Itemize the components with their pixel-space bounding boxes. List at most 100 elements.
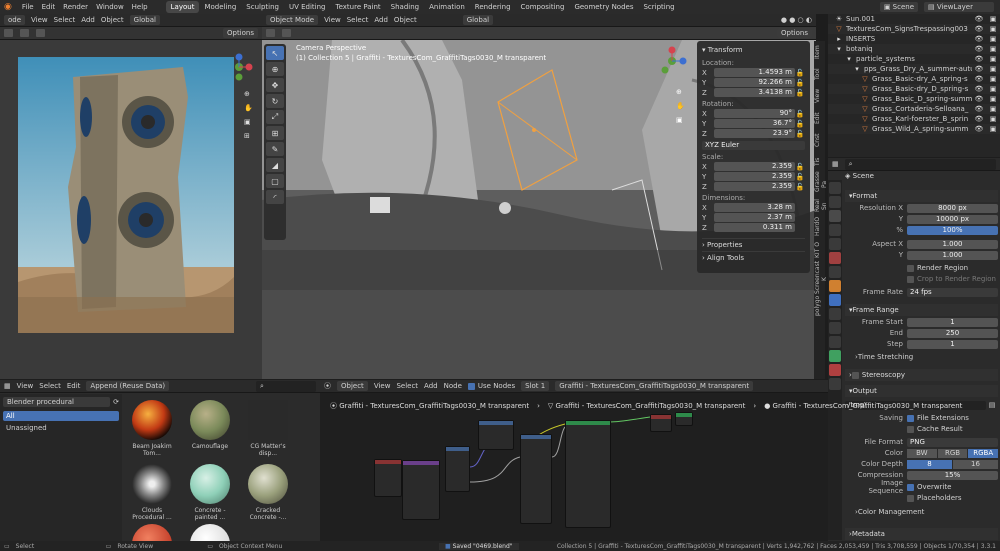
sidebar-tab-polygoniq[interactable]: polygo — [814, 296, 821, 319]
outliner-row[interactable]: ▽ Grass_Basic-dry_A_spring-s 👁 ▣ — [828, 74, 1000, 84]
tab-compositing[interactable]: Compositing — [516, 1, 570, 13]
properties-subpanel[interactable]: › Properties — [702, 238, 805, 251]
sidebar-tab-realsn[interactable]: Real Sn — [814, 195, 828, 217]
outliner-row[interactable]: ▽ TexturesCom_SignsTrespassing003 👁 ▣ — [828, 24, 1000, 34]
output-tab-icon[interactable] — [829, 210, 841, 222]
frame-start-field[interactable]: 1 — [907, 317, 998, 327]
camera-icon[interactable]: ▣ — [986, 125, 1000, 133]
tab-texture-paint[interactable]: Texture Paint — [331, 1, 386, 13]
scene-tab-icon[interactable] — [829, 238, 841, 250]
sidebar-tab-view[interactable]: View — [814, 85, 821, 107]
dimensions-x-field[interactable]: X 3.28 m — [702, 203, 805, 212]
visibility-icon[interactable]: 👁 — [972, 85, 986, 93]
sidebar-tab-item[interactable]: Item — [814, 41, 821, 63]
color-management-subpanel[interactable]: › Color Management — [845, 507, 998, 517]
object-tab-icon[interactable] — [829, 280, 841, 292]
asset-menu-view[interactable]: View — [17, 382, 34, 390]
camera-icon[interactable]: ▣ — [986, 35, 1000, 43]
node-box[interactable] — [478, 420, 514, 450]
node-canvas[interactable] — [320, 412, 828, 541]
select-extend-icon[interactable] — [282, 29, 291, 37]
outliner-row[interactable]: ▾ botaniq 👁 ▣ — [828, 44, 1000, 54]
rotation-x-field[interactable]: X 90° 🔓 — [702, 109, 805, 118]
aspect-x-field[interactable]: 1.000 — [907, 239, 998, 249]
asset-thumbnail[interactable] — [186, 524, 234, 541]
resolution-y-field[interactable]: 10000 px — [907, 214, 998, 224]
select-mode-icon[interactable] — [4, 29, 13, 37]
mode-select[interactable]: Object Mode — [266, 15, 319, 25]
align-tools-subpanel[interactable]: › Align Tools — [702, 251, 805, 264]
rotation-z-field[interactable]: Z 23.9° 🔓 — [702, 129, 805, 138]
add-cube-tool-icon[interactable]: ▢ — [266, 174, 284, 188]
camera-icon[interactable]: ▣ — [244, 118, 256, 132]
visibility-icon[interactable]: 👁 — [972, 115, 986, 123]
lock-icon[interactable]: 🔓 — [795, 130, 805, 138]
tab-modeling[interactable]: Modeling — [199, 1, 241, 13]
visibility-icon[interactable]: 👁 — [972, 105, 986, 113]
camera-icon[interactable]: ▣ — [986, 45, 1000, 53]
sidebar-tab-screencast[interactable]: Screencast K — [814, 261, 828, 297]
file-format-select[interactable]: PNG — [907, 437, 998, 447]
node-editor-icon[interactable]: ⦿ — [324, 381, 331, 391]
properties-editor-icon[interactable]: ▦ — [832, 160, 839, 168]
tab-animation[interactable]: Animation — [424, 1, 470, 13]
slot-select[interactable]: Slot 1 — [521, 381, 550, 391]
left-menu-add[interactable]: Add — [81, 16, 95, 24]
left-menu-object[interactable]: Object — [101, 16, 124, 24]
frame-rate-select[interactable]: 24 fps — [907, 287, 998, 297]
node-menu-view[interactable]: View — [374, 382, 391, 390]
zoom-icon[interactable]: ⊕ — [244, 90, 256, 104]
node-menu-add[interactable]: Add — [424, 382, 438, 390]
output-header[interactable]: ▾ Output — [845, 385, 998, 397]
rotate-tool-icon[interactable]: ↻ — [266, 94, 284, 108]
physics-tab-icon[interactable] — [829, 322, 841, 334]
tab-shading[interactable]: Shading — [386, 1, 424, 13]
asset-library-select[interactable]: Blender procedural — [3, 397, 111, 407]
outliner-row[interactable]: ▽ Grass_Basic-dry_D_spring-s 👁 ▣ — [828, 84, 1000, 94]
select-mode-icon-3[interactable] — [36, 29, 45, 37]
left-nav-gizmo[interactable] — [224, 52, 254, 82]
visibility-icon[interactable]: 👁 — [972, 65, 986, 73]
camera-icon[interactable]: ▣ — [986, 65, 1000, 73]
asset-menu-edit[interactable]: Edit — [67, 382, 81, 390]
asset-thumbnail[interactable]: Clouds Procedural ... — [128, 464, 176, 521]
menu-edit[interactable]: Edit — [42, 3, 56, 11]
sidebar-tab-tis[interactable]: Tis — [814, 151, 821, 173]
add-curve-tool-icon[interactable]: ◜ — [266, 190, 284, 204]
visibility-icon[interactable]: 👁 — [972, 35, 986, 43]
properties-search[interactable]: ⌕ — [844, 158, 996, 170]
menu-render[interactable]: Render — [63, 3, 88, 11]
modifier-tab-icon[interactable] — [829, 294, 841, 306]
sidebar-tab-edit[interactable]: Edit — [814, 107, 821, 129]
outliner-row[interactable]: ▾ particle_systems 👁 ▣ — [828, 54, 1000, 64]
compression-slider[interactable]: 15% — [907, 470, 998, 480]
asset-menu-select[interactable]: Select — [39, 382, 61, 390]
camera-icon[interactable]: ▣ — [986, 105, 1000, 113]
resolution-x-field[interactable]: 8000 px — [907, 203, 998, 213]
camera-icon[interactable]: ▣ — [986, 85, 1000, 93]
sidebar-tab-hardops[interactable]: HardO — [814, 217, 821, 239]
node-menu-select[interactable]: Select — [396, 382, 418, 390]
asset-thumbnail[interactable]: Concrete - painted ... — [186, 464, 234, 521]
transform-tool-icon[interactable]: ⊞ — [266, 126, 284, 140]
asset-thumbnail[interactable]: Camouflage — [186, 400, 234, 450]
node-object-select[interactable]: Object — [337, 381, 368, 391]
color-depth-8-option[interactable]: 8 — [907, 459, 952, 469]
tab-rendering[interactable]: Rendering — [470, 1, 516, 13]
blender-logo-icon[interactable]: ◉ — [4, 2, 12, 12]
asset-thumbnail[interactable]: Beam Joakim Tom... — [128, 400, 176, 457]
left-menu-select[interactable]: Select — [54, 16, 76, 24]
color-rgba-option[interactable]: RGBA — [968, 448, 999, 458]
frame-end-field[interactable]: 250 — [907, 328, 998, 338]
node-box[interactable] — [374, 459, 402, 497]
cursor-tool-icon[interactable]: ⊕ — [266, 62, 284, 76]
render-tab-icon[interactable] — [829, 196, 841, 208]
metadata-header[interactable]: › Metadata — [845, 528, 998, 540]
left-mode-select[interactable]: ode — [4, 15, 26, 25]
visibility-icon[interactable]: 👁 — [972, 95, 986, 103]
lock-icon[interactable]: 🔓 — [795, 120, 805, 128]
outliner-row[interactable]: ▽ Grass_Basic_D_spring-summ 👁 ▣ — [828, 94, 1000, 104]
camera-icon[interactable]: ▣ — [986, 115, 1000, 123]
scale-x-field[interactable]: X 2.359 🔓 — [702, 162, 805, 171]
lock-icon[interactable]: 🔓 — [795, 89, 805, 97]
